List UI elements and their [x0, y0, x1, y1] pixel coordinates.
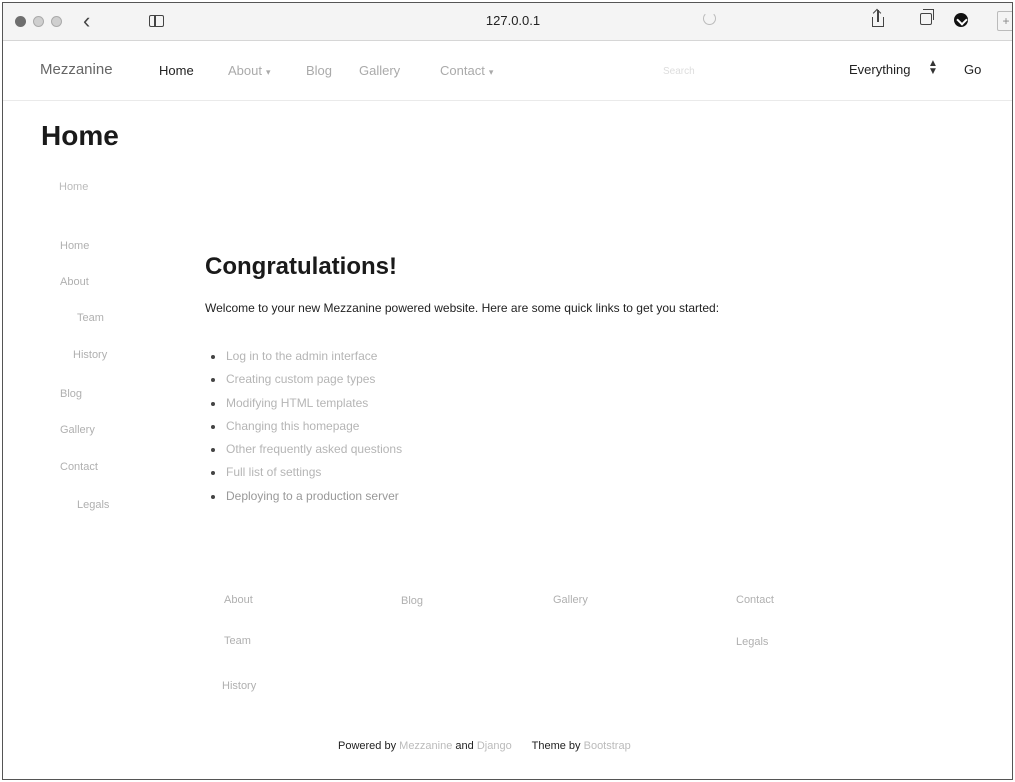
quick-link[interactable]: Changing this homepage — [210, 419, 402, 442]
close-window-icon[interactable] — [15, 16, 26, 27]
zoom-window-icon[interactable] — [51, 16, 62, 27]
nav-item-label: About — [228, 63, 262, 78]
nav-item-label: Home — [159, 63, 194, 78]
footer-link-history[interactable]: History — [222, 680, 256, 692]
nav-item-label: Contact — [440, 63, 485, 78]
search-scope-select[interactable]: Everything — [849, 62, 910, 77]
new-tab-icon[interactable]: + — [997, 11, 1012, 31]
select-arrows-icon[interactable]: ▲ ▼ — [928, 59, 938, 77]
sidebar-toggle-icon[interactable] — [149, 15, 164, 27]
side-nav-contact[interactable]: Contact — [60, 461, 98, 473]
footer-link-blog[interactable]: Blog — [401, 595, 423, 607]
quick-link[interactable]: Modifying HTML templates — [210, 396, 402, 419]
nav-item-contact[interactable]: Contact ▾ — [440, 63, 493, 78]
side-nav-team[interactable]: Team — [77, 312, 104, 324]
page-title: Home — [41, 120, 119, 151]
side-nav-home[interactable]: Home — [60, 240, 89, 252]
footer-credits: Powered by Mezzanine and Django Theme by… — [338, 740, 631, 752]
download-icon[interactable] — [954, 13, 968, 27]
address-bar[interactable]: 127.0.0.1 — [423, 13, 603, 28]
nav-item-home[interactable]: Home — [159, 63, 194, 78]
nav-item-blog[interactable]: Blog — [306, 63, 332, 78]
quick-link[interactable]: Deploying to a production server — [210, 489, 402, 512]
footer-link-gallery[interactable]: Gallery — [553, 594, 588, 606]
quick-links-list: Log in to the admin interface Creating c… — [210, 349, 402, 512]
mezzanine-link[interactable]: Mezzanine — [399, 740, 452, 752]
footer-link-team[interactable]: Team — [224, 635, 251, 647]
go-button[interactable]: Go — [964, 62, 981, 77]
bootstrap-link[interactable]: Bootstrap — [584, 740, 631, 752]
side-nav-history[interactable]: History — [73, 349, 107, 361]
caret-down-icon: ▾ — [265, 67, 271, 77]
back-arrow-icon[interactable]: ‹ — [83, 9, 90, 33]
tabs-overview-icon[interactable] — [920, 9, 934, 25]
side-nav-blog[interactable]: Blog — [60, 388, 82, 400]
nav-item-gallery[interactable]: Gallery — [359, 63, 400, 78]
share-icon[interactable] — [871, 10, 885, 28]
django-link[interactable]: Django — [477, 740, 512, 752]
and-text: and — [455, 740, 474, 752]
reload-icon[interactable] — [703, 12, 716, 25]
browser-window: ‹ 127.0.0.1 + Mezzanine Home About ▾ Blog… — [2, 2, 1013, 780]
nav-item-about[interactable]: About ▾ — [228, 63, 271, 78]
footer-link-about[interactable]: About — [224, 594, 253, 606]
footer-link-contact[interactable]: Contact — [736, 594, 774, 606]
side-nav-about[interactable]: About — [60, 276, 89, 288]
site-brand[interactable]: Mezzanine — [40, 61, 113, 78]
search-input[interactable] — [663, 62, 813, 80]
powered-by-text: Powered by — [338, 740, 397, 752]
quick-link[interactable]: Log in to the admin interface — [210, 349, 402, 372]
quick-link[interactable]: Creating custom page types — [210, 372, 402, 395]
caret-down-icon: ▾ — [488, 67, 494, 77]
side-nav-gallery[interactable]: Gallery — [60, 424, 95, 436]
nav-item-label: Blog — [306, 63, 333, 78]
minimize-window-icon[interactable] — [33, 16, 44, 27]
side-nav-legals[interactable]: Legals — [77, 499, 109, 511]
site-navbar: Mezzanine Home About ▾ Blog Gallery Conta… — [3, 41, 1012, 101]
footer-link-legals[interactable]: Legals — [736, 636, 768, 648]
intro-text: Welcome to your new Mezzanine powered we… — [205, 301, 720, 315]
main-heading: Congratulations! — [205, 253, 397, 280]
nav-item-label: Gallery — [359, 63, 401, 78]
quick-link[interactable]: Full list of settings — [210, 465, 402, 488]
quick-link[interactable]: Other frequently asked questions — [210, 442, 402, 465]
theme-by-text: Theme by — [531, 740, 581, 752]
browser-toolbar: ‹ 127.0.0.1 + — [3, 3, 1012, 41]
breadcrumb[interactable]: Home — [59, 181, 88, 193]
